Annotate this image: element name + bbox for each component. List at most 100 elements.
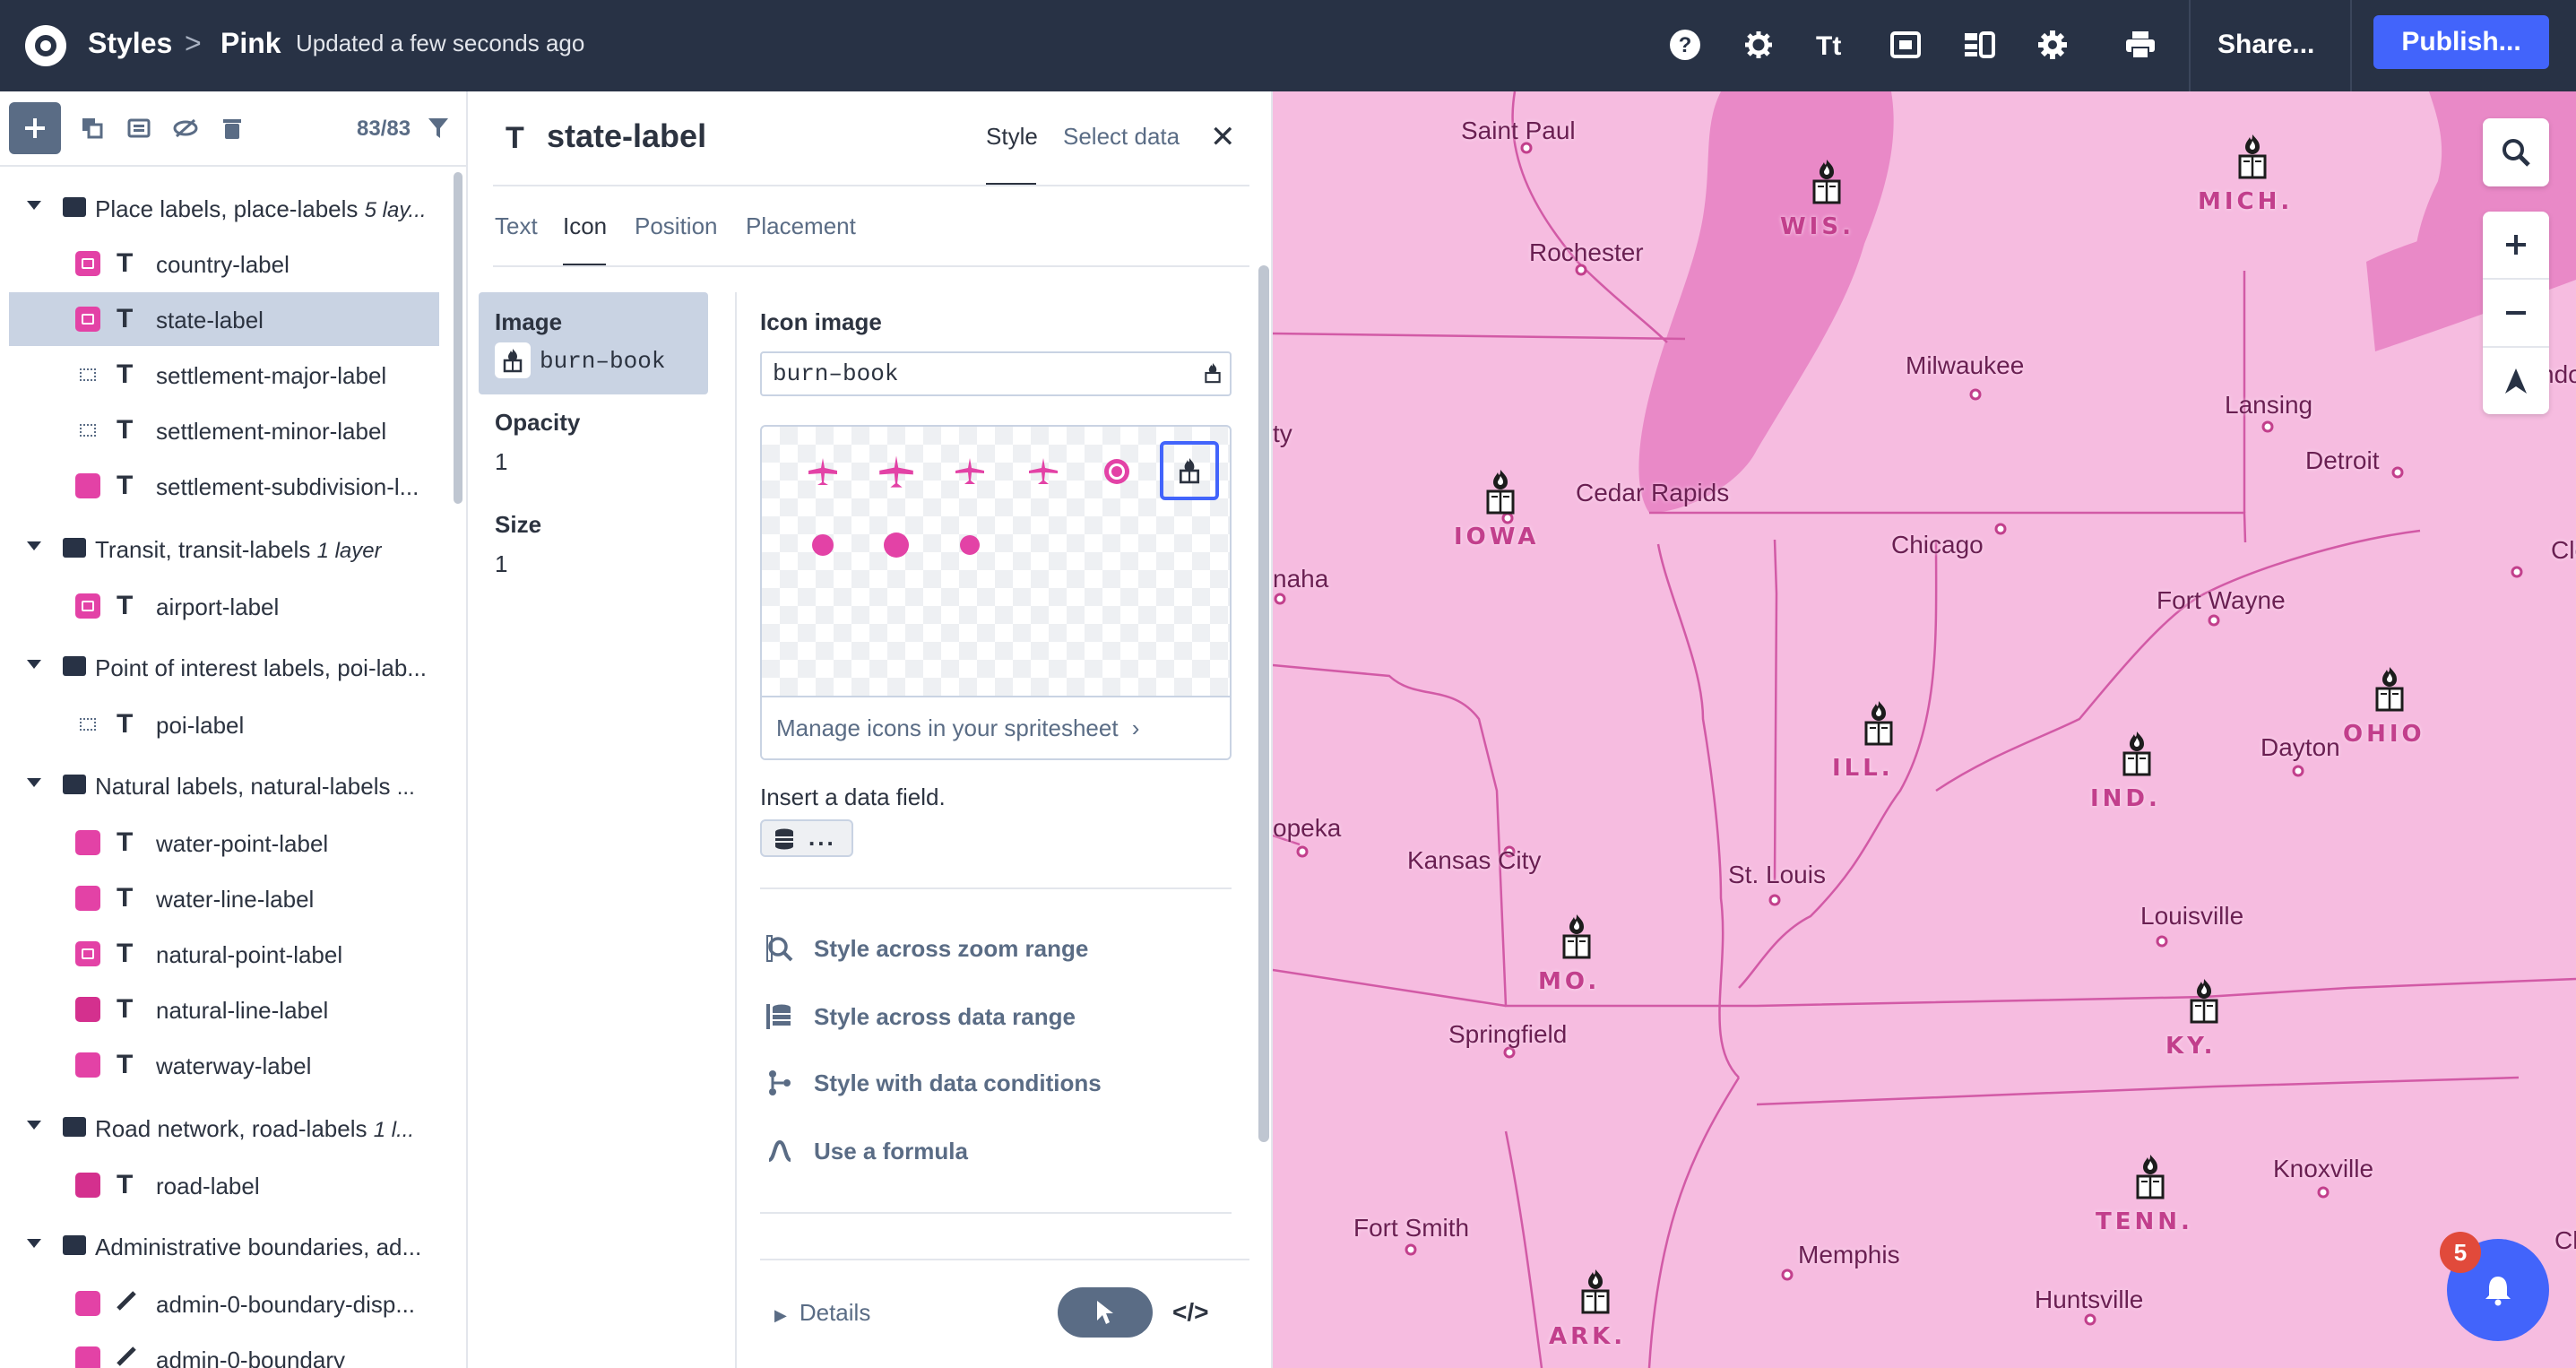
burn-book-icon: [1560, 913, 1593, 963]
dot-circle-icon[interactable]: [1090, 445, 1144, 498]
property-name[interactable]: Opacity: [495, 407, 580, 437]
airport-icon[interactable]: [869, 445, 923, 498]
layer-item[interactable]: T poi-label: [0, 697, 457, 751]
publish-button[interactable]: Publish...: [2373, 15, 2549, 69]
state-label: ILL.: [1832, 755, 1894, 782]
data-conditions-icon: [769, 1070, 791, 1095]
subtab-placement[interactable]: Placement: [746, 210, 856, 242]
dot-icon[interactable]: [943, 518, 997, 572]
map-canvas[interactable]: Saint Paul Rochester Milwaukee Lansing Detro…: [1273, 91, 2576, 1368]
share-button[interactable]: Share...: [2217, 27, 2314, 63]
property-value[interactable]: 1: [495, 446, 507, 477]
symbol-swatch-icon: [75, 307, 100, 332]
layer-item[interactable]: T waterway-label: [0, 1038, 457, 1092]
close-icon[interactable]: ✕: [1210, 122, 1236, 152]
city-label: Dayton: [2260, 733, 2340, 761]
layers-icon[interactable]: [1959, 25, 1999, 65]
tab-select-data[interactable]: Select data: [1063, 120, 1180, 152]
city-label: Fort Smith: [1353, 1214, 1470, 1242]
layers-scrollbar[interactable]: [454, 172, 462, 504]
zoom-in-icon[interactable]: [2483, 212, 2549, 280]
layer-group-poi-labels[interactable]: Point of interest labels, poi-lab...: [0, 640, 457, 694]
hide-icon[interactable]: [170, 113, 201, 143]
layer-item[interactable]: T country-label: [0, 237, 457, 290]
inspect-button[interactable]: [1058, 1287, 1153, 1338]
subtab-text[interactable]: Text: [495, 210, 538, 242]
breadcrumb-styles[interactable]: Styles: [88, 25, 172, 61]
layer-group-place-labels[interactable]: Place labels, place-labels 5 lay...: [0, 181, 457, 235]
layer-item[interactable]: T water-line-label: [0, 871, 457, 925]
caret-down-icon[interactable]: [27, 778, 41, 787]
city-label: Detroit: [2305, 446, 2380, 474]
add-layer-button[interactable]: [9, 102, 61, 154]
map-search-button[interactable]: [2483, 118, 2549, 186]
dot-icon[interactable]: [869, 518, 923, 572]
caret-down-icon[interactable]: [27, 1121, 41, 1130]
layer-group-road-labels[interactable]: Road network, road-labels 1 l...: [0, 1101, 457, 1155]
settings-icon[interactable]: [2033, 25, 2072, 65]
state-label: IOWA: [1454, 524, 1540, 550]
caret-down-icon[interactable]: [27, 1239, 41, 1248]
duplicate-icon[interactable]: [77, 113, 108, 143]
city-label: Huntsville: [2035, 1286, 2144, 1313]
cursor-icon: [1097, 1301, 1113, 1324]
layer-item[interactable]: T natural-point-label: [0, 927, 457, 981]
group-name: Administrative boundaries, ad...: [95, 1234, 422, 1260]
typography-icon[interactable]: Tt: [1812, 25, 1852, 65]
line-type-icon: [115, 1343, 140, 1368]
property-value[interactable]: 1: [495, 549, 507, 579]
group-icon[interactable]: [124, 113, 154, 143]
details-toggle[interactable]: ▶ Details: [774, 1296, 870, 1331]
city-label: Cha: [2554, 1226, 2576, 1254]
compass-icon[interactable]: [2483, 348, 2549, 414]
icon-image-field[interactable]: burn–book: [760, 351, 1232, 396]
layer-item[interactable]: T settlement-minor-label: [0, 403, 457, 457]
layer-group-natural-labels[interactable]: Natural labels, natural-labels ...: [0, 758, 457, 812]
filter-icon[interactable]: [423, 113, 454, 143]
panel-scrollbar[interactable]: [1258, 265, 1269, 1142]
layer-label: settlement-major-label: [156, 362, 387, 389]
color-swatch-icon: [75, 1346, 100, 1368]
divider: [735, 292, 737, 1368]
zoom-out-icon[interactable]: [2483, 280, 2549, 348]
layer-item[interactable]: T road-label: [0, 1158, 457, 1212]
airfield-icon[interactable]: [1016, 445, 1070, 498]
caret-down-icon[interactable]: [27, 541, 41, 550]
layer-item[interactable]: T settlement-major-label: [0, 348, 457, 402]
layer-item[interactable]: admin-0-boundary-disp...: [0, 1277, 457, 1330]
mapbox-logo-icon[interactable]: [25, 25, 66, 66]
style-name[interactable]: Pink: [220, 25, 281, 61]
subtab-position[interactable]: Position: [635, 210, 718, 242]
layer-label: water-point-label: [156, 830, 329, 857]
help-icon[interactable]: ?: [1665, 25, 1705, 65]
dot-icon[interactable]: [796, 518, 850, 572]
caret-down-icon[interactable]: [27, 660, 41, 669]
burn-book-icon[interactable]: [1160, 441, 1219, 500]
layer-group-admin-boundaries[interactable]: Administrative boundaries, ad...: [0, 1219, 457, 1273]
layer-label: settlement-minor-label: [156, 418, 387, 445]
group-name: Point of interest labels, poi-lab...: [95, 654, 427, 681]
layer-item[interactable]: T water-point-label: [0, 816, 457, 870]
layer-item[interactable]: T settlement-subdivision-l...: [0, 459, 457, 513]
notification-count-badge[interactable]: 5: [2440, 1232, 2481, 1273]
subtab-icon[interactable]: Icon: [563, 210, 607, 242]
images-icon[interactable]: [1886, 25, 1925, 65]
modify-icon[interactable]: [1739, 25, 1778, 65]
layer-group-transit-labels[interactable]: Transit, transit-labels 1 layer: [0, 522, 457, 576]
layer-item-selected[interactable]: T state-label: [9, 292, 439, 346]
layer-item[interactable]: admin-0-boundary: [0, 1332, 457, 1368]
property-name[interactable]: Size: [495, 509, 541, 540]
tab-style[interactable]: Style: [986, 120, 1038, 152]
code-view-button[interactable]: </>: [1172, 1296, 1208, 1329]
layer-item[interactable]: T airport-label: [0, 579, 457, 633]
caret-down-icon[interactable]: [27, 201, 41, 210]
text-type-icon: T: [117, 304, 134, 333]
manage-icons-link[interactable]: Manage icons in your spritesheet ›: [762, 696, 1230, 758]
print-icon[interactable]: [2121, 25, 2160, 65]
delete-icon[interactable]: [217, 113, 247, 143]
layer-item[interactable]: T natural-line-label: [0, 983, 457, 1036]
city-label: Milwaukee: [1906, 351, 2025, 379]
insert-data-field-button[interactable]: ...: [760, 819, 853, 857]
airport-icon[interactable]: [796, 445, 850, 498]
airfield-icon[interactable]: [943, 445, 997, 498]
